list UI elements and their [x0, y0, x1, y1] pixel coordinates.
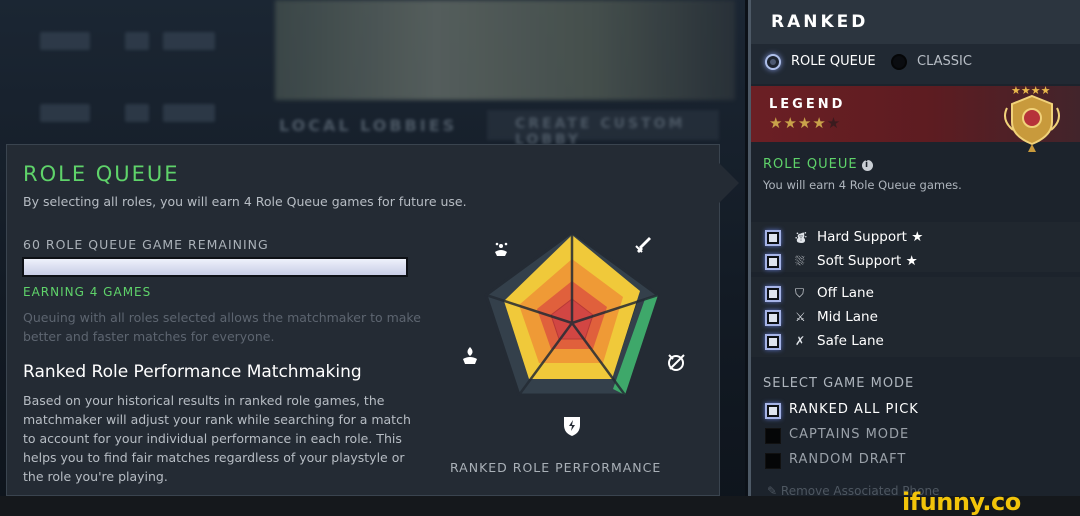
ranked-all-pick-checkbox[interactable]	[765, 403, 781, 419]
background-hero-image	[275, 0, 735, 100]
performance-chart-label: RANKED ROLE PERFORMANCE	[450, 460, 662, 475]
mid-lane-icon: ⚔	[795, 310, 806, 324]
legend-medal-icon: ★★★★	[1004, 84, 1060, 152]
game-mode-label: RANDOM DRAFT	[789, 452, 907, 467]
background-row	[0, 20, 270, 66]
earning-games-label: EARNING 4 GAMES	[23, 285, 152, 299]
role-item-soft-support[interactable]: ⛆ Soft Support ★	[765, 252, 965, 272]
role-queue-heading: ROLE QUEUE i	[763, 157, 873, 172]
role-item-safe-lane[interactable]: ✗ Safe Lane	[765, 332, 965, 352]
ranked-header: RANKED	[751, 0, 1080, 44]
core-role-group: ⛉ Off Lane ⚔ Mid Lane ✗ Safe Lane	[751, 277, 1080, 357]
off-lane-icon: ⛉	[795, 286, 805, 300]
create-custom-lobby-button: CREATE CUSTOM LOBBY	[487, 110, 719, 148]
role-star-icon: ★	[905, 253, 918, 269]
earn-games-note: You will earn 4 Role Queue games.	[763, 178, 962, 192]
ranked-side-panel: RANKED ROLE QUEUE CLASSIC LEGEND ★★★★★ ★…	[748, 0, 1080, 516]
tooltip-title: ROLE QUEUE	[23, 162, 180, 186]
tooltip-pointer	[719, 163, 739, 203]
off-lane-icon	[668, 354, 685, 371]
classic-radio-label[interactable]: CLASSIC	[917, 54, 972, 69]
role-item-off-lane[interactable]: ⛉ Off Lane	[765, 284, 965, 304]
role-label: Soft Support ★	[817, 253, 918, 269]
safe-lane-icon	[635, 237, 651, 253]
rank-name: LEGEND	[769, 97, 846, 112]
game-mode-label: CAPTAINS MODE	[789, 427, 910, 442]
support-role-group: ⛇ Hard Support ★ ⛆ Soft Support ★	[751, 222, 1080, 272]
hard-support-icon: ⛇	[795, 231, 808, 245]
soft-support-icon: ⛆	[795, 254, 805, 268]
game-mode-random-draft[interactable]: RANDOM DRAFT	[765, 452, 985, 472]
ifunny-watermark: ifunny.co	[902, 488, 1021, 516]
mid-lane-checkbox[interactable]	[765, 310, 781, 326]
mid-lane-icon	[564, 417, 580, 436]
rank-banner: LEGEND ★★★★★ ★★★★	[751, 84, 1080, 152]
games-remaining-label: 60 ROLE QUEUE GAME REMAINING	[23, 237, 269, 252]
role-queue-radio[interactable]	[765, 54, 781, 70]
matchmaking-description: Based on your historical results in rank…	[23, 393, 411, 484]
ranked-title: RANKED	[771, 12, 869, 32]
games-progress-fill	[24, 259, 406, 275]
svg-text:★★★★: ★★★★	[1011, 84, 1051, 97]
hard-support-icon	[463, 347, 477, 364]
queuing-note: Queuing with all roles selected allows t…	[23, 310, 421, 344]
rank-stars: ★★★★★	[769, 114, 842, 132]
safe-lane-icon: ✗	[795, 334, 806, 348]
background-lobby-tabs: LOCAL LOBBIES CREATE CUSTOM LOBBY	[265, 108, 735, 148]
soft-support-checkbox[interactable]	[765, 254, 781, 270]
random-draft-checkbox[interactable]	[765, 453, 781, 469]
background-row	[0, 92, 270, 138]
role-queue-tooltip: ROLE QUEUE By selecting all roles, you w…	[6, 144, 720, 496]
hard-support-checkbox[interactable]	[765, 230, 781, 246]
classic-radio[interactable]	[891, 54, 907, 70]
captains-mode-checkbox[interactable]	[765, 428, 781, 444]
role-performance-radar	[463, 230, 685, 436]
role-label: Mid Lane	[817, 309, 878, 325]
safe-lane-checkbox[interactable]	[765, 334, 781, 350]
game-mode-captains-mode[interactable]: CAPTAINS MODE	[765, 427, 985, 447]
tooltip-description: By selecting all roles, you will earn 4 …	[23, 194, 467, 209]
role-star-icon: ★	[911, 229, 924, 245]
role-label: Safe Lane	[817, 333, 884, 349]
select-game-mode-heading: SELECT GAME MODE	[763, 376, 915, 391]
queue-mode-selector: ROLE QUEUE CLASSIC	[751, 44, 1080, 84]
role-label: Hard Support ★	[817, 229, 924, 245]
role-item-mid-lane[interactable]: ⚔ Mid Lane	[765, 308, 965, 328]
matchmaking-title: Ranked Role Performance Matchmaking	[23, 362, 362, 382]
info-icon[interactable]: i	[861, 160, 873, 171]
off-lane-checkbox[interactable]	[765, 286, 781, 302]
role-label: Off Lane	[817, 285, 874, 301]
role-selection-list: ⛇ Hard Support ★ ⛆ Soft Support ★ ⛉ Off …	[751, 222, 1080, 368]
role-item-hard-support[interactable]: ⛇ Hard Support ★	[765, 228, 965, 248]
role-queue-radio-label[interactable]: ROLE QUEUE	[791, 54, 876, 69]
soft-support-icon	[495, 242, 508, 256]
game-mode-ranked-all-pick[interactable]: RANKED ALL PICK	[765, 402, 985, 422]
games-progress-bar	[22, 257, 408, 277]
game-mode-label: RANKED ALL PICK	[789, 402, 919, 417]
local-lobbies-label: LOCAL LOBBIES	[279, 116, 458, 135]
